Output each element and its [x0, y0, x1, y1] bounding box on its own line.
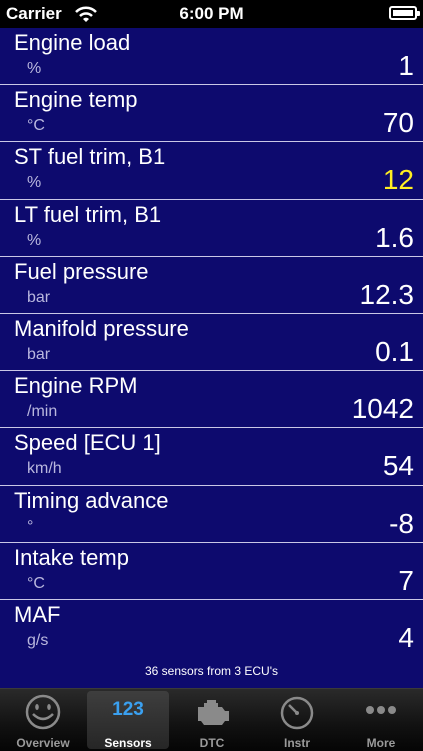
sensor-row[interactable]: LT fuel trim, B1 % 1.6: [0, 200, 423, 257]
sensor-unit: bar: [27, 288, 51, 306]
sensor-count-note: 36 sensors from 3 ECU's: [144, 664, 278, 678]
sensor-unit: g/s: [27, 631, 49, 649]
tab-bar: Overview 123 Sensors DTC Instr More: [0, 688, 423, 751]
sensor-row[interactable]: Engine RPM /min 1042: [0, 371, 423, 429]
sensor-value: 54: [382, 450, 414, 482]
tab-sensors[interactable]: 123 Sensors: [87, 691, 169, 750]
more-dots-icon: [366, 706, 396, 714]
sensor-row[interactable]: Engine temp °C 70: [0, 85, 423, 143]
sensor-row[interactable]: ST fuel trim, B1 % 12: [0, 142, 423, 200]
status-time: 6:00 PM: [179, 4, 244, 23]
sensor-name: Manifold pressure: [14, 315, 189, 341]
sensor-value: 12: [382, 164, 414, 196]
sensor-unit: bar: [27, 345, 51, 363]
sensor-value: 7: [398, 564, 414, 596]
tab-label: More: [366, 736, 396, 750]
tab-label: Sensors: [104, 736, 152, 750]
numbers-icon: 123: [112, 699, 144, 720]
sensor-value: 12.3: [359, 278, 415, 310]
sensor-value: 1042: [351, 393, 414, 425]
sensor-value: 1: [398, 50, 414, 81]
sensor-name: Engine RPM: [14, 373, 138, 399]
sensor-row[interactable]: Intake temp °C 7: [0, 543, 423, 600]
sensor-value: 1.6: [375, 221, 414, 253]
sensor-unit: °C: [27, 117, 45, 135]
sensor-unit: %: [27, 231, 42, 249]
sensor-name: MAF: [14, 601, 61, 627]
tab-more[interactable]: More: [340, 691, 422, 750]
sensor-row[interactable]: Fuel pressure bar 12.3: [0, 257, 423, 314]
tab-label: Instr: [283, 736, 310, 750]
sensor-value: -8: [389, 507, 414, 539]
sensor-row[interactable]: Engine load % 1: [0, 28, 423, 86]
sensor-row[interactable]: Manifold pressure bar 0.1: [0, 314, 423, 372]
smiley-icon: [25, 694, 61, 730]
sensor-name: Engine load: [14, 30, 131, 55]
sensor-name: LT fuel trim, B1: [14, 201, 162, 227]
sensor-value: 4: [398, 621, 414, 653]
sensor-row[interactable]: Timing advance ° -8: [0, 486, 423, 543]
tab-label: Overview: [16, 736, 70, 750]
sensor-name: Engine temp: [14, 87, 138, 113]
tab-label: DTC: [199, 736, 225, 750]
sensor-name: Fuel pressure: [14, 258, 149, 284]
battery-icon: [389, 6, 420, 20]
sensor-unit: °C: [27, 574, 45, 592]
sensor-unit: km/h: [27, 460, 62, 478]
tab-overview[interactable]: Overview: [2, 691, 84, 750]
sensor-name: ST fuel trim, B1: [14, 144, 166, 170]
tab-instr[interactable]: Instr: [256, 691, 338, 750]
sensor-unit: %: [27, 60, 42, 77]
sensor-value: 0.1: [375, 335, 414, 367]
sensor-unit: °: [27, 517, 34, 535]
tab-dtc[interactable]: DTC: [171, 691, 253, 750]
engine-icon: [198, 700, 229, 725]
sensor-name: Timing advance: [14, 487, 169, 513]
sensor-name: Intake temp: [14, 544, 129, 570]
sensor-unit: %: [27, 174, 42, 192]
sensor-value: 70: [382, 107, 414, 139]
sensor-name: Speed [ECU 1]: [14, 430, 161, 456]
sensor-list[interactable]: Engine load % 1 Engine temp °C 70 ST fue…: [0, 28, 423, 657]
sensor-row[interactable]: Speed [ECU 1] km/h 54: [0, 428, 423, 486]
status-bar: Carrier 6:00 PM: [0, 0, 423, 28]
sensor-row[interactable]: MAF g/s 4: [0, 600, 423, 657]
sensor-unit: /min: [27, 403, 58, 421]
gauge-icon: [280, 696, 314, 730]
